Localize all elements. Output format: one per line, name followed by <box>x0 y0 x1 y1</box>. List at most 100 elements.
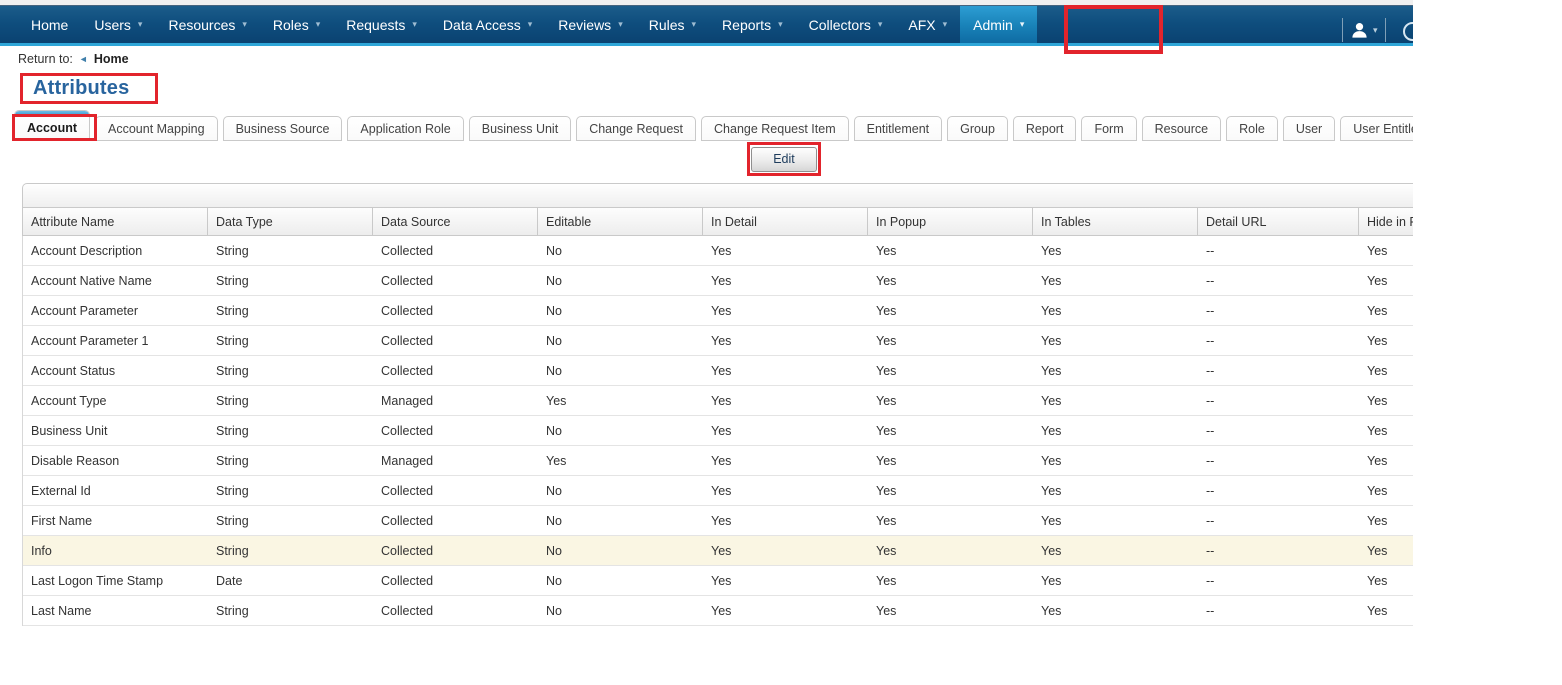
attributes-table-panel: Attribute Name Data Type Data Source Edi… <box>22 183 1413 626</box>
cell-in-popup: Yes <box>876 303 897 318</box>
screenshot-page: Home ▾ Users ▾ Resources ▾ Roles <box>0 0 1562 685</box>
column-header-label: Detail URL <box>1206 214 1267 229</box>
tab-label: Group <box>960 121 995 136</box>
column-header-label: Data Source <box>381 214 451 229</box>
tab-account-mapping[interactable]: Account Mapping <box>95 116 218 141</box>
cell-in-detail: Yes <box>711 603 732 618</box>
nav-item-collectors[interactable]: Collectors ▾ <box>796 6 896 43</box>
tab-application-role[interactable]: Application Role <box>347 116 464 141</box>
chevron-down-icon: ▾ <box>242 19 247 29</box>
tab-label: Business Unit <box>481 121 559 136</box>
cell-hide-in: Yes <box>1367 363 1388 378</box>
column-header-data-source[interactable]: Data Source <box>373 208 538 235</box>
tab-label: Report <box>1025 121 1064 136</box>
tab-change-request-item[interactable]: Change Request Item <box>701 116 849 141</box>
cell-attribute-name: Account Native Name <box>31 273 152 288</box>
tab-entitlement[interactable]: Entitlement <box>853 116 943 141</box>
tab-group[interactable]: Group <box>947 116 1008 141</box>
table-row-last-name[interactable]: Last Name String Collected No Yes Yes Ye… <box>23 596 1413 626</box>
column-header-data-type[interactable]: Data Type <box>208 208 373 235</box>
table-row-account-native-name[interactable]: Account Native Name String Collected No … <box>23 266 1413 296</box>
tab-role[interactable]: Role <box>1226 116 1278 141</box>
table-row-account-parameter[interactable]: Account Parameter String Collected No Ye… <box>23 296 1413 326</box>
nav-item-roles[interactable]: Roles ▾ <box>260 6 333 43</box>
table-row-account-type[interactable]: Account Type String Managed Yes Yes Yes … <box>23 386 1413 416</box>
table-row-account-parameter-1[interactable]: Account Parameter 1 String Collected No … <box>23 326 1413 356</box>
table-row-account-status[interactable]: Account Status String Collected No Yes Y… <box>23 356 1413 386</box>
cell-attribute-name: Last Logon Time Stamp <box>31 573 164 588</box>
breadcrumb-home-link[interactable]: Home <box>94 52 129 66</box>
cell-attribute-name: External Id <box>31 483 91 498</box>
column-header-in-detail[interactable]: In Detail <box>703 208 868 235</box>
nav-item-reviews[interactable]: Reviews ▾ <box>545 6 635 43</box>
chevron-down-icon: ▾ <box>315 19 321 29</box>
cell-in-tables: Yes <box>1041 423 1062 438</box>
nav-item-data-access[interactable]: Data Access ▾ <box>430 6 545 43</box>
main-navbar: Home ▾ Users ▾ Resources ▾ Roles <box>0 5 1413 43</box>
cell-data-source: Managed <box>381 453 434 468</box>
cell-in-tables: Yes <box>1041 273 1062 288</box>
tab-resource[interactable]: Resource <box>1141 116 1222 141</box>
cell-hide-in: Yes <box>1367 423 1388 438</box>
cell-hide-in: Yes <box>1367 243 1388 258</box>
cell-detail-url: -- <box>1206 273 1215 288</box>
user-menu-button[interactable]: ▾ <box>1350 21 1378 40</box>
table-row-disable-reason[interactable]: Disable Reason String Managed Yes Yes Ye… <box>23 446 1413 476</box>
cell-hide-in: Yes <box>1367 543 1388 558</box>
tab-form[interactable]: Form <box>1081 116 1137 141</box>
nav-item-label: Resources <box>168 16 236 33</box>
tab-user[interactable]: User <box>1282 116 1336 141</box>
cell-data-source: Collected <box>381 603 434 618</box>
table-row-info[interactable]: Info String Collected No Yes Yes Yes -- … <box>23 536 1413 566</box>
nav-item-rules[interactable]: Rules ▾ <box>636 6 709 43</box>
table-row-first-name[interactable]: First Name String Collected No Yes Yes Y… <box>23 506 1413 536</box>
tab-business-source[interactable]: Business Source <box>222 116 343 141</box>
cell-attribute-name: Info <box>31 543 52 558</box>
table-body: Account Description String Collected No … <box>22 236 1413 626</box>
cell-editable: No <box>546 273 562 288</box>
tab-change-request[interactable]: Change Request <box>576 116 697 141</box>
tab-report[interactable]: Report <box>1012 116 1077 141</box>
table-row-last-logon-time-stamp[interactable]: Last Logon Time Stamp Date Collected No … <box>23 566 1413 596</box>
table-row-business-unit[interactable]: Business Unit String Collected No Yes Ye… <box>23 416 1413 446</box>
tab-business-unit[interactable]: Business Unit <box>468 116 572 141</box>
cell-in-tables: Yes <box>1041 393 1062 408</box>
tab-label: Form <box>1094 121 1124 136</box>
cell-in-tables: Yes <box>1041 603 1062 618</box>
cell-detail-url: -- <box>1206 453 1215 468</box>
cell-data-type: String <box>216 273 249 288</box>
nav-item-requests[interactable]: Requests ▾ <box>333 6 430 43</box>
column-header-detail-url[interactable]: Detail URL <box>1198 208 1359 235</box>
tab-label: Account <box>27 121 77 135</box>
cell-editable: Yes <box>546 393 567 408</box>
cell-data-source: Collected <box>381 363 434 378</box>
cell-attribute-name: Last Name <box>31 603 92 618</box>
column-header-label: In Tables <box>1041 214 1091 229</box>
cell-editable: Yes <box>546 453 567 468</box>
nav-item-afx[interactable]: AFX ▾ <box>895 6 960 43</box>
nav-item-label: Collectors <box>808 16 871 33</box>
table-row-external-id[interactable]: External Id String Collected No Yes Yes … <box>23 476 1413 506</box>
nav-item-label: AFX <box>908 16 936 33</box>
cell-detail-url: -- <box>1206 543 1215 558</box>
nav-item-reports[interactable]: Reports ▾ <box>709 6 796 43</box>
nav-item-resources[interactable]: Resources ▾ <box>155 6 259 43</box>
edit-button[interactable]: Edit <box>751 146 817 172</box>
tab-user-entitlements[interactable]: User Entitlements <box>1340 116 1413 141</box>
cell-data-source: Collected <box>381 333 434 348</box>
column-header-editable[interactable]: Editable <box>538 208 703 235</box>
cell-attribute-name: Account Parameter 1 <box>31 333 149 348</box>
nav-item-users[interactable]: Users ▾ <box>81 6 155 43</box>
back-arrow-icon: ◄ <box>78 54 88 64</box>
tab-label: Role <box>1239 121 1265 136</box>
cell-attribute-name: Disable Reason <box>31 453 120 468</box>
column-header-in-popup[interactable]: In Popup <box>868 208 1033 235</box>
cell-data-type: String <box>216 243 249 258</box>
column-header-in-tables[interactable]: In Tables <box>1033 208 1198 235</box>
tab-account[interactable]: Account <box>14 110 90 141</box>
column-header-hide-in-r[interactable]: Hide in R <box>1359 208 1413 235</box>
nav-item-admin[interactable]: Admin ▾ <box>960 6 1038 43</box>
column-header-attribute-name[interactable]: Attribute Name <box>23 208 208 235</box>
nav-item-home[interactable]: Home ▾ <box>18 6 81 43</box>
table-row-account-description[interactable]: Account Description String Collected No … <box>23 236 1413 266</box>
